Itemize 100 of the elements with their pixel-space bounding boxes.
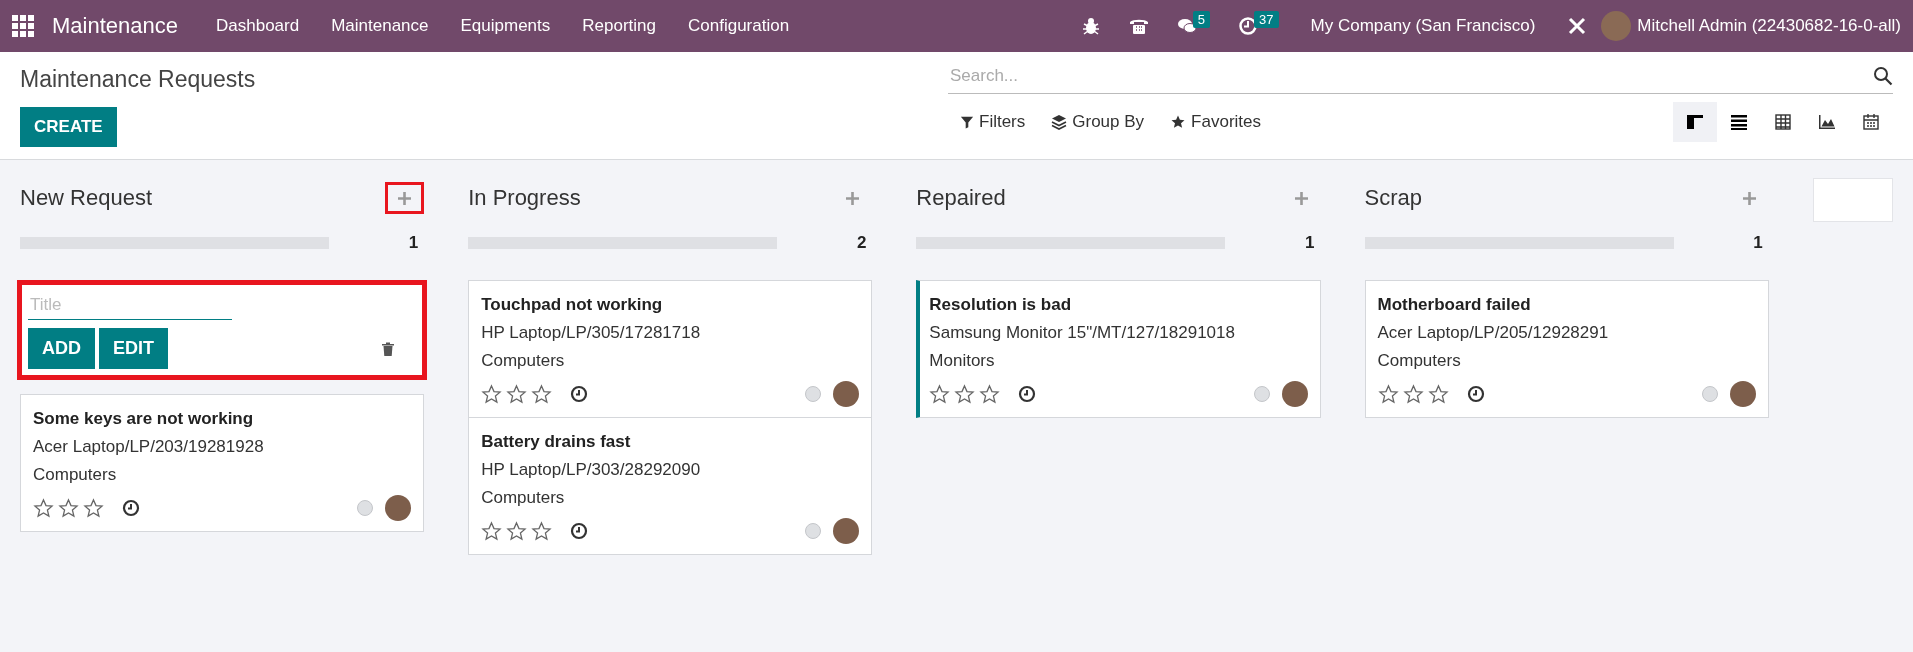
quick-create-button[interactable]: EDIT xyxy=(99,328,168,369)
filter-menu[interactable]: Group By xyxy=(1072,112,1145,132)
menu-item[interactable]: Dashboard xyxy=(216,16,300,36)
request-card[interactable]: Some keys are not working Acer Laptop/LP/203/19281928 Computers xyxy=(20,394,425,532)
quick-create-button[interactable]: ADD xyxy=(28,328,95,369)
star-icon[interactable] xyxy=(481,383,503,405)
quick-add-button[interactable] xyxy=(385,182,425,214)
avatar xyxy=(1281,381,1308,407)
record-count: 1 xyxy=(1753,233,1763,253)
record-count: 1 xyxy=(1305,233,1315,253)
status-dot[interactable] xyxy=(805,386,822,402)
grid-table-icon xyxy=(1773,112,1793,132)
message-count: 5 xyxy=(1192,10,1211,28)
search-icon[interactable] xyxy=(1873,65,1893,86)
view-switch-button[interactable] xyxy=(1673,102,1717,142)
status-dot[interactable] xyxy=(1701,386,1718,402)
avatar xyxy=(385,495,412,521)
request-card[interactable]: Motherboard failed Acer Laptop/LP/205/12928291 Computers xyxy=(1364,280,1769,418)
category-name: Computers xyxy=(481,351,566,371)
priority-stars[interactable] xyxy=(481,383,553,405)
create-button[interactable]: CREATE xyxy=(20,107,117,147)
menu-item[interactable]: Equipments xyxy=(460,16,551,36)
priority-stars[interactable] xyxy=(33,497,104,519)
trash-icon[interactable] xyxy=(380,340,397,357)
card-title: Battery drains fast xyxy=(481,432,632,452)
menu-item[interactable]: Configuration xyxy=(688,16,790,36)
star-icon[interactable] xyxy=(481,520,503,542)
filter-menu[interactable]: Favorites xyxy=(1191,112,1261,132)
status-dot[interactable] xyxy=(805,523,822,539)
activity-count: 37 xyxy=(1254,10,1279,28)
area-chart-icon xyxy=(1817,112,1837,132)
clock-icon[interactable] xyxy=(122,499,140,517)
clock-icon[interactable] xyxy=(1466,385,1485,403)
user-menu[interactable]: Mitchell Admin (22430682-16-0-all) xyxy=(1637,16,1901,36)
star-icon[interactable] xyxy=(1402,383,1424,405)
category-name: Computers xyxy=(33,465,118,485)
avatar xyxy=(1729,381,1756,407)
clock-icon[interactable] xyxy=(1238,16,1259,36)
card-title: Resolution is bad xyxy=(929,295,1073,315)
record-count: 1 xyxy=(408,233,419,253)
category-name: Computers xyxy=(481,488,566,508)
plus-icon xyxy=(1294,192,1308,205)
star-icon[interactable] xyxy=(33,497,54,519)
filter-menu[interactable]: Filters xyxy=(979,112,1026,132)
app-name[interactable]: Maintenance xyxy=(52,13,178,39)
search-field[interactable]: Search... xyxy=(948,58,1873,94)
star-icon[interactable] xyxy=(58,497,79,519)
avatar xyxy=(833,518,860,544)
plus-icon xyxy=(846,192,860,205)
kanban-icon xyxy=(1685,112,1705,132)
avatar xyxy=(833,381,860,407)
status-dot[interactable] xyxy=(1253,386,1270,402)
star-icon[interactable] xyxy=(506,383,528,405)
card-title: Motherboard failed xyxy=(1377,295,1532,315)
calendar-icon xyxy=(1861,112,1881,132)
column-title: Repaired xyxy=(916,185,1006,211)
clock-icon[interactable] xyxy=(570,385,589,403)
filter-icon xyxy=(960,115,974,129)
company-switcher[interactable]: My Company (San Francisco) xyxy=(1310,16,1536,36)
column-title: New Request xyxy=(20,185,153,211)
column-title: Scrap xyxy=(1364,185,1422,211)
menu-item[interactable]: Reporting xyxy=(582,16,656,36)
plus-icon xyxy=(398,192,412,205)
request-card[interactable]: Battery drains fast HP Laptop/LP/303/28292090 Computers xyxy=(468,417,873,555)
star-icon[interactable] xyxy=(531,520,553,542)
priority-stars[interactable] xyxy=(1377,383,1449,405)
request-card[interactable]: Touchpad not working HP Laptop/LP/305/17281718 Computers xyxy=(468,280,873,418)
equipment-name: Samsung Monitor 15"/MT/127/18291018 xyxy=(929,323,1236,343)
bug-icon[interactable] xyxy=(1080,16,1101,36)
equipment-name: Acer Laptop/LP/205/12928291 xyxy=(1377,323,1610,343)
request-card[interactable]: Resolution is bad Samsung Monitor 15"/MT/127/18291018 Monitors xyxy=(916,280,1321,418)
breadcrumb: Maintenance Requests xyxy=(20,66,257,93)
star-icon[interactable] xyxy=(1427,383,1449,405)
star-icon[interactable] xyxy=(506,520,528,542)
clock-icon[interactable] xyxy=(1018,385,1037,403)
plus-icon xyxy=(1742,192,1756,205)
list-icon xyxy=(1729,112,1749,132)
priority-stars[interactable] xyxy=(481,520,553,542)
equipment-name: Acer Laptop/LP/203/19281928 xyxy=(33,437,265,457)
equipment-name: HP Laptop/LP/305/17281718 xyxy=(481,323,702,343)
card-title: Some keys are not working xyxy=(33,409,255,429)
star-icon[interactable] xyxy=(954,383,976,405)
status-dot[interactable] xyxy=(357,500,374,516)
record-count: 2 xyxy=(856,233,867,253)
card-title: Touchpad not working xyxy=(481,295,664,315)
clock-icon[interactable] xyxy=(570,522,589,540)
category-name: Monitors xyxy=(929,351,996,371)
star-icon[interactable] xyxy=(979,383,1001,405)
star-icon[interactable] xyxy=(531,383,553,405)
equipment-name: HP Laptop/LP/303/28292090 xyxy=(481,460,702,480)
category-name: Computers xyxy=(1377,351,1462,371)
layers-icon xyxy=(1051,114,1068,130)
star-icon[interactable] xyxy=(929,383,951,405)
star-icon[interactable] xyxy=(1377,383,1399,405)
priority-stars[interactable] xyxy=(929,383,1001,405)
menu-item[interactable]: Maintenance xyxy=(331,16,429,36)
star-icon[interactable] xyxy=(83,497,104,519)
star-icon xyxy=(1170,114,1187,130)
column-title: In Progress xyxy=(468,185,581,211)
apps-grid-icon[interactable] xyxy=(12,15,34,37)
